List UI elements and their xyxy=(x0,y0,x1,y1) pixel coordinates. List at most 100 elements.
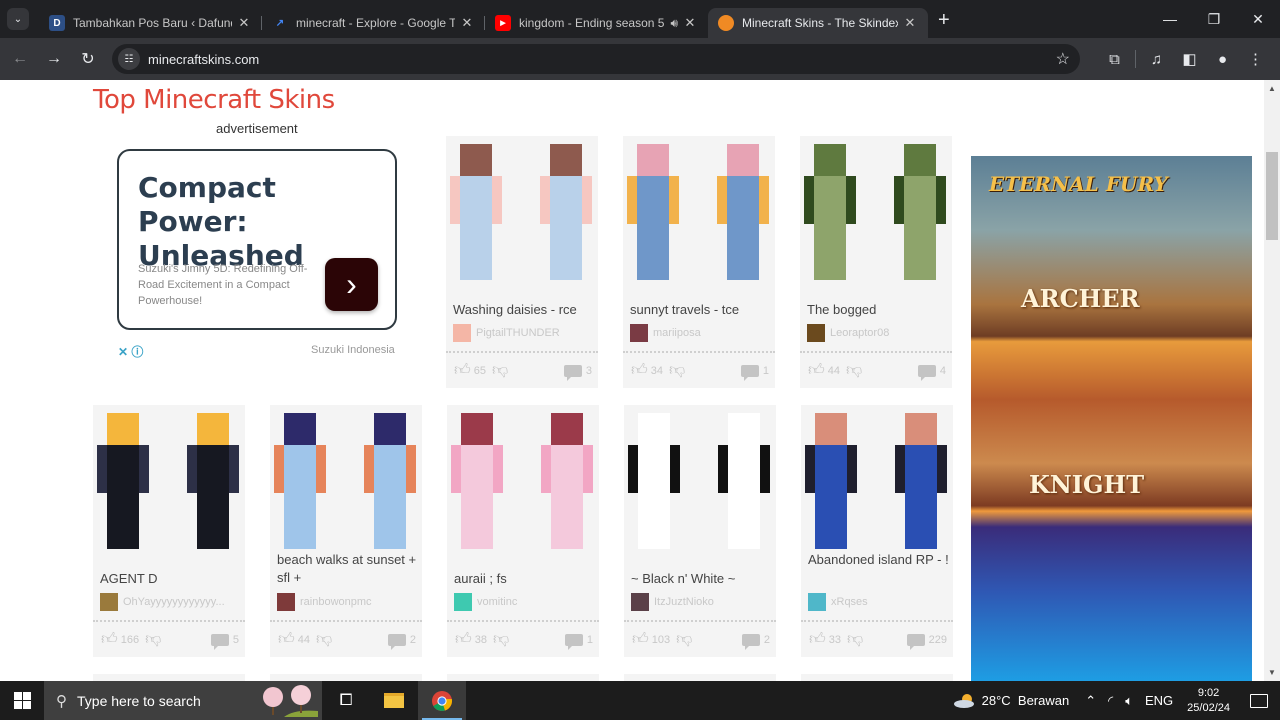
comment-icon[interactable] xyxy=(563,364,582,381)
skin-author[interactable]: OhYayyyyyyyyyyyy... xyxy=(100,593,225,611)
close-tab-icon[interactable]: ✕ xyxy=(236,15,252,31)
skin-name[interactable]: AGENT D xyxy=(100,570,242,588)
skin-author[interactable]: vomitinc xyxy=(454,593,517,611)
close-window-icon[interactable]: ✕ xyxy=(1236,0,1280,38)
skin-author[interactable]: xRqses xyxy=(808,593,868,611)
url-text[interactable]: minecraftskins.com xyxy=(148,52,259,67)
skin-author[interactable]: mariiposa xyxy=(630,324,701,342)
skin-name[interactable]: auraii ; fs xyxy=(454,570,596,588)
skin-card[interactable]: sunnyt travels - tce mariiposa 👍︎ 34 👎︎ … xyxy=(623,136,775,388)
thumbs-down-icon[interactable]: 👎︎ xyxy=(493,630,509,649)
tab-0[interactable]: D Tambahkan Pos Baru ‹ Dafunda ✕ xyxy=(39,8,262,38)
skin-preview[interactable] xyxy=(801,405,953,555)
comment-icon[interactable] xyxy=(917,364,936,381)
notifications-icon[interactable] xyxy=(1250,693,1268,708)
skin-name[interactable]: sunnyt travels - tce xyxy=(630,301,772,319)
minimize-icon[interactable]: — xyxy=(1148,0,1192,38)
thumbs-up-icon[interactable]: 👍︎ xyxy=(809,630,826,649)
close-tab-icon[interactable]: ✕ xyxy=(459,15,475,31)
comment-icon[interactable] xyxy=(906,633,925,650)
skin-card[interactable]: The bogged Leoraptor08 👍︎ 44 👎︎ 4 xyxy=(800,136,952,388)
skin-card[interactable]: auraii ; fs vomitinc 👍︎ 38 👎︎ 1 xyxy=(447,405,599,657)
weather-widget[interactable]: 28°C Berawan xyxy=(953,693,1069,708)
thumbs-down-icon[interactable]: 👎︎ xyxy=(492,361,508,380)
skin-name[interactable]: ~ Black n' White ~ xyxy=(631,570,773,588)
suzuki-ad[interactable]: Compact Power: Unleashed Suzuki's Jimny … xyxy=(117,149,397,330)
ad-choices-icon[interactable]: ✕ ⓘ xyxy=(118,343,143,360)
start-button[interactable] xyxy=(0,681,44,720)
skin-name[interactable]: The bogged xyxy=(807,301,949,319)
scroll-up-icon[interactable]: ▲ xyxy=(1268,84,1276,93)
ad-cta-button[interactable]: › xyxy=(325,258,378,311)
show-hidden-icons-icon[interactable]: ⌃ xyxy=(1085,693,1096,709)
media-control-icon[interactable]: ♫ xyxy=(1140,51,1173,68)
tab-search-button[interactable]: ⌄ xyxy=(7,8,29,30)
skin-author[interactable]: PigtailTHUNDER xyxy=(453,324,560,342)
thumbs-up-icon[interactable]: 👍︎ xyxy=(278,630,295,649)
skin-preview[interactable] xyxy=(447,405,599,555)
language-indicator[interactable]: ENG xyxy=(1145,693,1173,708)
skin-card[interactable]: ~ Black n' White ~ ItzJuztNioko 👍︎ 103 👎… xyxy=(624,405,776,657)
skin-card-partial[interactable] xyxy=(93,674,245,681)
thumbs-down-icon[interactable]: 👎︎ xyxy=(145,630,161,649)
skin-author[interactable]: Leoraptor08 xyxy=(807,324,889,342)
new-tab-button[interactable]: + xyxy=(938,9,950,32)
thumbs-down-icon[interactable]: 👎︎ xyxy=(676,630,692,649)
close-tab-icon[interactable]: ✕ xyxy=(682,15,698,31)
ad-body[interactable]: Suzuki's Jimny 5D: Redefining Off-Road E… xyxy=(138,261,308,309)
menu-icon[interactable]: ⋮ xyxy=(1239,50,1272,68)
skin-card[interactable]: AGENT D OhYayyyyyyyyyyyy... 👍︎ 166 👎︎ 5 xyxy=(93,405,245,657)
eternal-fury-ad[interactable]: ETERNAL FURY ARCHER KNIGHT xyxy=(971,156,1252,681)
thumbs-up-icon[interactable]: 👍︎ xyxy=(101,630,118,649)
reload-icon[interactable]: ↻ xyxy=(71,42,105,76)
back-icon[interactable]: ← xyxy=(3,42,37,76)
chrome-taskbar-icon[interactable] xyxy=(418,681,466,720)
clock[interactable]: 9:02 25/02/24 xyxy=(1187,686,1230,716)
taskbar-search[interactable]: ⚲ Type here to search xyxy=(44,681,322,720)
tab-3[interactable]: Minecraft Skins - The Skindex ✕ xyxy=(708,8,928,38)
comment-icon[interactable] xyxy=(740,364,759,381)
thumbs-up-icon[interactable]: 👍︎ xyxy=(454,361,471,380)
wifi-icon[interactable]: ◜ xyxy=(1108,693,1113,709)
side-panel-icon[interactable]: ◧ xyxy=(1173,50,1206,68)
thumbs-up-icon[interactable]: 👍︎ xyxy=(632,630,649,649)
skin-preview[interactable] xyxy=(800,136,952,286)
skin-card-partial[interactable] xyxy=(801,674,953,681)
thumbs-down-icon[interactable]: 👎︎ xyxy=(669,361,685,380)
close-tab-icon[interactable]: ✕ xyxy=(902,15,918,31)
comment-icon[interactable] xyxy=(741,633,760,650)
thumbs-down-icon[interactable]: 👎︎ xyxy=(847,630,863,649)
thumbs-up-icon[interactable]: 👍︎ xyxy=(631,361,648,380)
extensions-icon[interactable]: ⧉ xyxy=(1098,51,1131,68)
skin-name[interactable]: Abandoned island RP - ! xyxy=(808,551,950,569)
skin-card-partial[interactable] xyxy=(447,674,599,681)
skin-preview[interactable] xyxy=(446,136,598,286)
thumbs-down-icon[interactable]: 👎︎ xyxy=(316,630,332,649)
skin-preview[interactable] xyxy=(624,405,776,555)
skin-card[interactable]: beach walks at sunset + sfl + rainbowonp… xyxy=(270,405,422,657)
skin-name[interactable]: Washing daisies - rce xyxy=(453,301,595,319)
tab-2[interactable]: ▶ kingdom - Ending season 5 🔊︎ ✕ xyxy=(485,8,708,38)
comment-icon[interactable] xyxy=(387,633,406,650)
skin-author[interactable]: ItzJuztNioko xyxy=(631,593,714,611)
scroll-down-icon[interactable]: ▼ xyxy=(1268,668,1276,677)
skin-card[interactable]: Washing daisies - rce PigtailTHUNDER 👍︎ … xyxy=(446,136,598,388)
page-scrollbar[interactable]: ▲ ▼ xyxy=(1264,80,1280,681)
volume-icon[interactable]: 🔈︎ xyxy=(1125,693,1133,709)
ad-advertiser[interactable]: Suzuki Indonesia xyxy=(311,344,395,356)
skin-preview[interactable] xyxy=(270,405,422,555)
forward-icon[interactable]: → xyxy=(37,42,71,76)
skin-card[interactable]: Abandoned island RP - ! xRqses 👍︎ 33 👎︎ … xyxy=(801,405,953,657)
restore-icon[interactable]: ❐ xyxy=(1192,0,1236,38)
thumbs-up-icon[interactable]: 👍︎ xyxy=(808,361,825,380)
skin-card-partial[interactable] xyxy=(270,674,422,681)
skin-preview[interactable] xyxy=(93,405,245,555)
skin-author[interactable]: rainbowonpmc xyxy=(277,593,372,611)
site-info-icon[interactable]: ☷ xyxy=(118,48,140,70)
address-bar[interactable]: ☷ minecraftskins.com ☆ xyxy=(112,44,1080,74)
skin-name[interactable]: beach walks at sunset + sfl + xyxy=(277,551,419,587)
bookmark-star-icon[interactable]: ☆ xyxy=(1056,49,1070,69)
thumbs-up-icon[interactable]: 👍︎ xyxy=(455,630,472,649)
profile-icon[interactable]: ● xyxy=(1206,51,1239,68)
skin-preview[interactable] xyxy=(623,136,775,286)
